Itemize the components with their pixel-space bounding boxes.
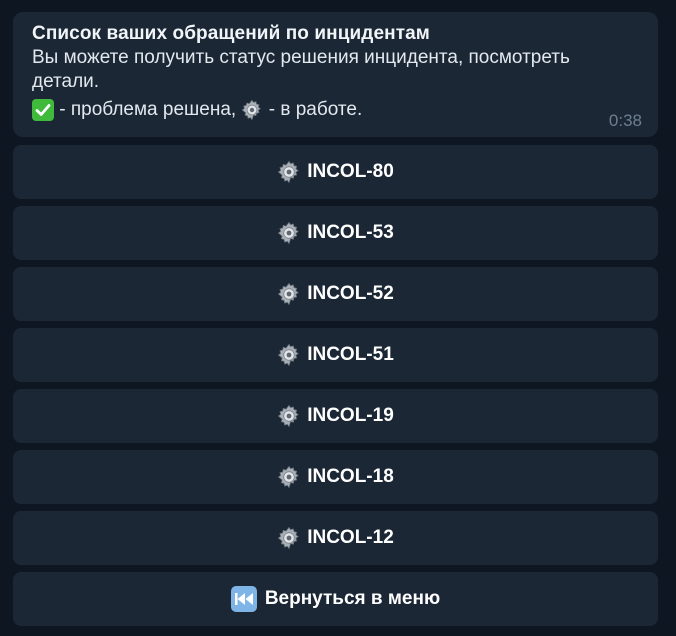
rewind-icon — [230, 586, 257, 612]
incident-button-label: INCOL-53 — [307, 222, 394, 243]
gear-icon — [277, 343, 301, 367]
incident-button-incol-80[interactable]: INCOL-80 — [13, 145, 658, 199]
message-bubble: Список ваших обращений по инцидентам Вы … — [13, 12, 658, 137]
legend-solved-text: - проблема решена, — [54, 99, 242, 120]
incident-button-incol-12[interactable]: INCOL-12 — [13, 511, 658, 565]
chat-window: Список ваших обращений по инцидентам Вы … — [0, 0, 676, 636]
status-legend: - проблема решена, - в работе. — [32, 98, 642, 122]
gear-icon — [277, 404, 301, 428]
check-mark-icon — [32, 99, 54, 121]
incident-button-label: INCOL-12 — [307, 527, 394, 548]
incident-button-incol-51[interactable]: INCOL-51 — [13, 328, 658, 382]
gear-icon — [277, 221, 301, 245]
incident-button-incol-52[interactable]: INCOL-52 — [13, 267, 658, 321]
legend-in-progress-text: - в работе. — [263, 99, 363, 120]
incident-button-label: INCOL-52 — [307, 283, 394, 304]
gear-icon — [241, 99, 263, 121]
incident-button-label: INCOL-18 — [307, 466, 394, 487]
message-title: Список ваших обращений по инцидентам — [32, 23, 430, 44]
incident-button-label: INCOL-19 — [307, 405, 394, 426]
message-text: Вы можете получить статус решения инциде… — [32, 47, 570, 92]
back-to-menu-label: Вернуться в меню — [264, 588, 441, 609]
incident-button-label: INCOL-51 — [307, 344, 394, 365]
gear-icon — [277, 526, 301, 550]
incident-button-label: INCOL-80 — [307, 161, 394, 182]
back-to-menu-button[interactable]: Вернуться в меню — [13, 572, 658, 626]
gear-icon — [277, 465, 301, 489]
gear-icon — [277, 160, 301, 184]
message-time: 0:38 — [608, 111, 642, 130]
incident-button-incol-18[interactable]: INCOL-18 — [13, 450, 658, 504]
gear-icon — [277, 282, 301, 306]
incident-button-incol-53[interactable]: INCOL-53 — [13, 206, 658, 260]
incident-button-incol-19[interactable]: INCOL-19 — [13, 389, 658, 443]
